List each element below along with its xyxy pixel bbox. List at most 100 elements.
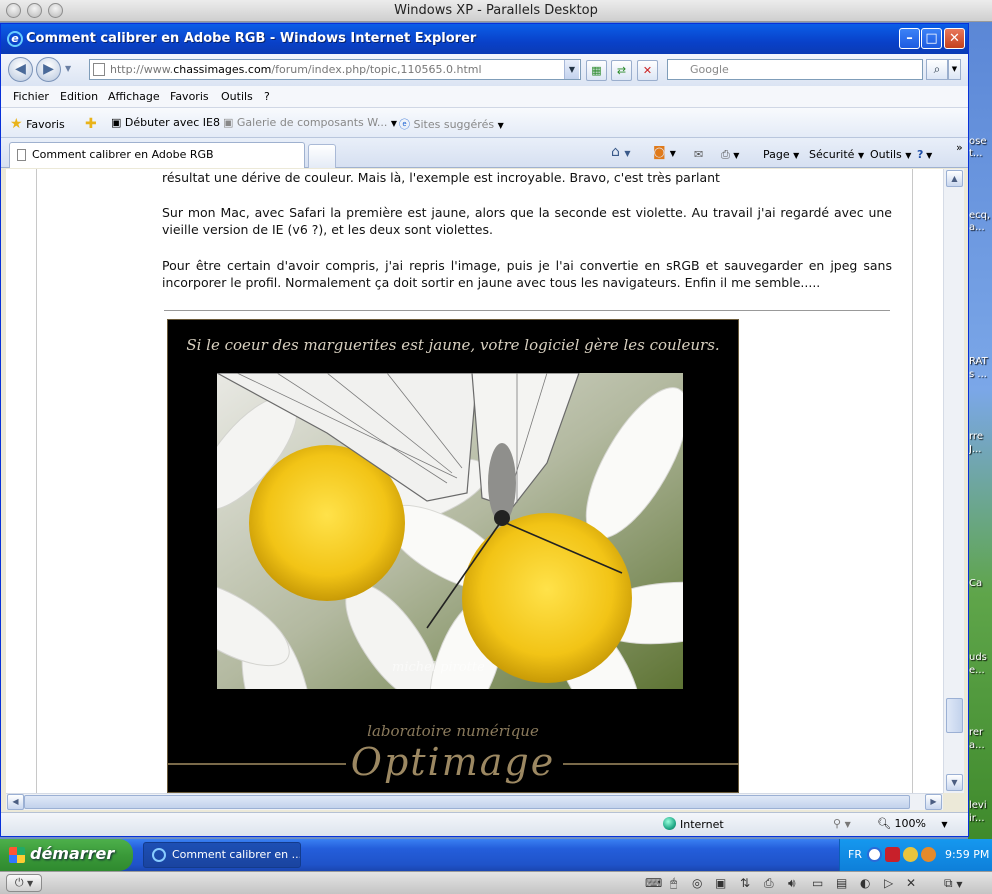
host-titlebar: Windows XP - Parallels Desktop [0,0,992,164]
pause-icon[interactable]: ▷ [884,876,893,890]
security-zone[interactable]: Internet [663,817,724,831]
scroll-right-button[interactable]: ▶ [925,794,942,810]
taskbar-ie-button[interactable]: Comment calibrer en ... [143,842,301,868]
host-title-text: Windows XP - Parallels Desktop [394,3,598,18]
scroll-thumb-horizontal[interactable] [24,795,910,809]
scroll-down-button[interactable]: ▼ [946,774,963,791]
desktop-icon-label[interactable]: a... [969,740,985,752]
printer-icon[interactable]: ⎙ [764,876,774,891]
brand-name: Optimage [350,740,556,784]
globe-icon [663,817,676,830]
desktop-icon-label[interactable]: s ... [969,369,987,381]
mail-icon[interactable]: ✉ [694,148,703,161]
desktop-icon-label[interactable]: rer [969,727,983,739]
desktop-icon-label[interactable]: uds [969,652,987,664]
search-input[interactable]: Google [667,59,923,80]
usb-icon[interactable]: ▭ [812,876,823,890]
cmd-label: Sécurité [809,148,855,161]
tab-label: Comment calibrer en Adobe RGB [32,148,214,161]
favorites-button[interactable]: ★ Favoris [10,116,65,132]
more-commands-icon[interactable]: » [956,141,963,154]
ie-task-icon [152,848,166,862]
desktop-icon-label[interactable]: e... [969,665,985,677]
scroll-left-button[interactable]: ◀ [7,794,24,810]
tray-arrow-icon[interactable] [867,847,882,862]
new-tab-button[interactable] [308,144,336,168]
close-button[interactable]: ✕ [944,28,965,49]
keyboard-icon[interactable]: ⌨ [645,876,662,890]
menu-fichier[interactable]: Fichier [13,90,49,103]
tools-icon[interactable]: ✕ [906,876,916,890]
rss-icon[interactable]: ◙ ▼ [653,145,676,160]
menu-outils[interactable]: Outils [221,90,253,103]
favorites-bar: ★ Favoris ✚ ▣ Débuter avec IE8 ▣ Galerie… [1,108,968,138]
watermark: michel pirotte [392,660,485,675]
menu-edition[interactable]: Edition [60,90,98,103]
address-bar[interactable]: http://www.chassimages.com/forum/index.p… [89,59,581,80]
home-icon[interactable]: ⌂ ▼ [611,144,631,160]
tools-menu[interactable]: Outils ▼ [870,148,911,161]
menu-favoris[interactable]: Favoris [170,90,209,103]
desktop-icon-label[interactable]: t... [969,148,982,160]
refresh-icon[interactable]: ⇄ [611,60,632,81]
clock[interactable]: 9:59 PM [945,848,989,861]
scroll-up-button[interactable]: ▲ [946,170,963,187]
page-icon [93,63,105,76]
desktop-icon-label[interactable]: a... [969,222,985,234]
minimize-button[interactable]: – [899,28,920,49]
sound-icon[interactable]: 🔊︎ [788,876,796,891]
security-shield-icon[interactable] [885,847,900,862]
menu-affichage[interactable]: Affichage [108,90,160,103]
language-indicator[interactable]: FR [848,848,862,861]
desktop-icon-label[interactable]: ose [969,136,986,148]
fav-link-label: Débuter avec IE8 [124,116,220,129]
desktop-icon-label[interactable]: ir... [969,813,985,825]
tray-parallels-icon[interactable] [921,847,936,862]
add-favorite-icon[interactable]: ✚ [85,116,97,132]
desktop-icon-label[interactable]: J... [969,444,982,456]
drive-icon[interactable]: ▤ [836,876,847,890]
desktop-icon-label[interactable]: rre [969,431,983,443]
search-icon[interactable]: ⌕ [926,59,948,80]
compatibility-icon[interactable]: ▦ [586,60,607,81]
menu-help[interactable]: ? [264,90,270,103]
mouse-icon[interactable]: 🖱︎ [670,876,677,891]
post-paragraph: Sur mon Mac, avec Safari la première est… [162,205,892,237]
cd-icon[interactable]: ◎ [692,876,702,890]
desktop-icon-label[interactable]: ecq, [969,210,990,222]
print-icon[interactable]: ⎙ ▼ [721,148,739,162]
start-button[interactable]: démarrer [0,839,133,871]
zoom-control[interactable]: 🔍︎ 100% ▼ [877,817,948,830]
desktop-icon-label[interactable]: RAT [969,356,988,368]
url-domain: chassimages.com [173,63,272,76]
window-mode-icon[interactable]: ⧉ ▼ [944,876,963,891]
scroll-thumb-vertical[interactable] [946,698,963,733]
floppy-icon[interactable]: ▣ [715,876,726,890]
fav-link-suggested[interactable]: ⓔ Sites suggérés ▼ [399,116,504,132]
stop-icon[interactable]: ✕ [637,60,658,81]
tray-app-icon[interactable] [903,847,918,862]
security-menu[interactable]: Sécurité ▼ [809,148,864,161]
tab-active[interactable]: Comment calibrer en Adobe RGB [9,142,305,168]
search-options-icon[interactable]: ▼ [948,59,961,80]
window-title: Comment calibrer en Adobe RGB - Windows … [26,31,477,46]
desktop-icon-label[interactable]: levi [969,800,987,812]
page-menu[interactable]: Page ▼ [763,148,799,161]
cmd-label: Outils [870,148,902,161]
help-icon[interactable]: ? ▼ [917,148,932,161]
network-icon[interactable]: ⇅ [740,876,750,890]
history-dropdown-icon[interactable]: ▼ [65,64,71,73]
protected-mode-icon[interactable]: ⚲ ▼ [833,817,851,830]
vertical-scrollbar[interactable]: ▲ ▼ [943,169,964,793]
maximize-button[interactable]: □ [921,28,942,49]
power-button[interactable]: ⏻ ▼ [6,874,42,892]
forward-button[interactable]: ▶ [36,57,61,82]
fav-link-ie8[interactable]: ▣ Débuter avec IE8 [111,116,220,129]
shared-folder-icon[interactable]: ◐ [860,876,870,890]
address-dropdown-icon[interactable]: ▼ [564,60,579,79]
back-button[interactable]: ◀ [8,57,33,82]
fav-link-gallery[interactable]: ▣ Galerie de composants W... ▼ [223,116,397,129]
screen: Windows XP - Parallels Desktop ose t... … [0,0,992,894]
horizontal-scrollbar[interactable]: ◀ ▶ [6,793,943,810]
desktop-icon-label[interactable]: Ca [969,578,982,590]
